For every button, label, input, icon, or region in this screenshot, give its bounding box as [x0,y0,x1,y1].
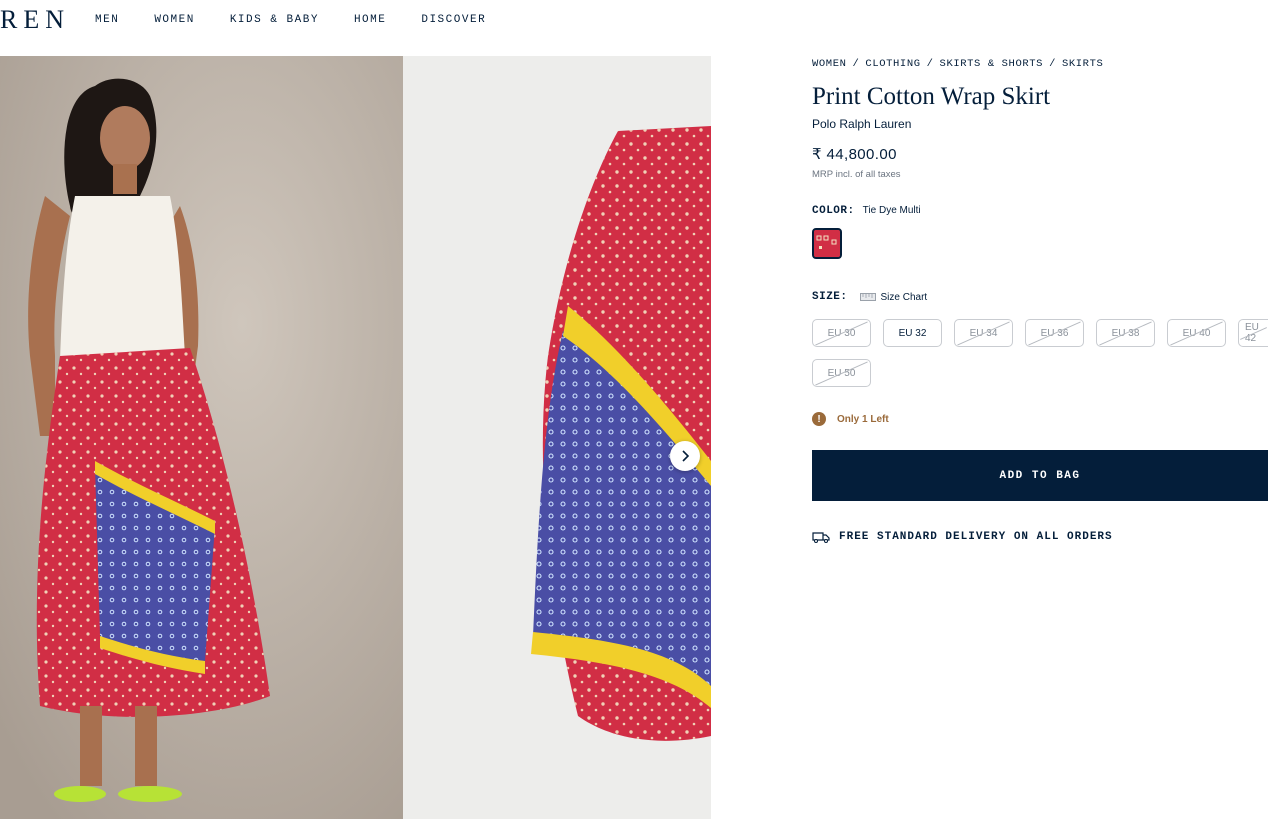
size-selector-header: SIZE: Size Chart [812,291,927,303]
size-chart-label: Size Chart [880,291,928,303]
delivery-info: FREE STANDARD DELIVERY ON ALL ORDERS [812,531,1113,543]
model-photo-illustration [0,56,403,819]
size-eu-50[interactable]: EU 50 [812,359,871,387]
delivery-truck-icon [812,532,830,543]
breadcrumb-women[interactable]: WOMEN [812,58,847,70]
size-eu-34[interactable]: EU 34 [954,319,1013,347]
breadcrumb-separator: / [852,58,860,70]
color-label: COLOR: [812,205,855,217]
brand-logo[interactable]: REN [0,5,70,35]
delivery-text: FREE STANDARD DELIVERY ON ALL ORDERS [839,531,1113,543]
product-title: Print Cotton Wrap Skirt [812,83,1051,110]
breadcrumb: WOMEN / CLOTHING / SKIRTS & SHORTS / SKIRTS [812,58,1103,70]
size-eu-42[interactable]: EU 42 [1238,319,1268,347]
nav-men[interactable]: MEN [95,14,119,26]
color-value: Tie Dye Multi [862,205,921,216]
breadcrumb-skirts-shorts[interactable]: SKIRTS & SHORTS [940,58,1044,70]
size-eu-32[interactable]: EU 32 [883,319,942,347]
nav-women[interactable]: WOMEN [154,14,195,26]
nav-home[interactable]: HOME [354,14,386,26]
product-price: ₹ 44,800.00 [812,146,897,163]
color-swatch-tie-dye-multi[interactable] [812,228,842,259]
skirt-photo-illustration [403,56,711,819]
main-nav: MEN WOMEN KIDS & BABY HOME DISCOVER [95,14,521,26]
product-image-skirt[interactable] [403,56,711,819]
swatch-pattern [814,230,840,257]
product-brand[interactable]: Polo Ralph Lauren [812,117,911,131]
stock-status: ! Only 1 Left [812,412,889,426]
size-label: SIZE: [812,291,848,303]
next-image-button[interactable] [670,441,700,471]
product-image-model[interactable] [0,56,403,819]
ruler-icon [859,293,876,301]
tax-note: MRP incl. of all taxes [812,169,901,180]
size-eu-30[interactable]: EU 30 [812,319,871,347]
nav-discover[interactable]: DISCOVER [421,14,486,26]
chevron-right-icon [682,450,690,462]
breadcrumb-clothing[interactable]: CLOTHING [865,58,920,70]
color-selector: COLOR: Tie Dye Multi [812,204,921,217]
stock-message: Only 1 Left [837,413,889,425]
size-eu-36[interactable]: EU 36 [1025,319,1084,347]
nav-kids-baby[interactable]: KIDS & BABY [230,14,319,26]
size-eu-38[interactable]: EU 38 [1096,319,1155,347]
size-eu-40[interactable]: EU 40 [1167,319,1226,347]
size-chart-link[interactable]: Size Chart [859,291,928,303]
breadcrumb-separator: / [1049,58,1056,70]
alert-icon: ! [812,412,826,426]
breadcrumb-separator: / [926,58,934,70]
breadcrumb-skirts[interactable]: SKIRTS [1062,58,1103,70]
add-to-bag-button[interactable]: ADD TO BAG [812,450,1268,501]
